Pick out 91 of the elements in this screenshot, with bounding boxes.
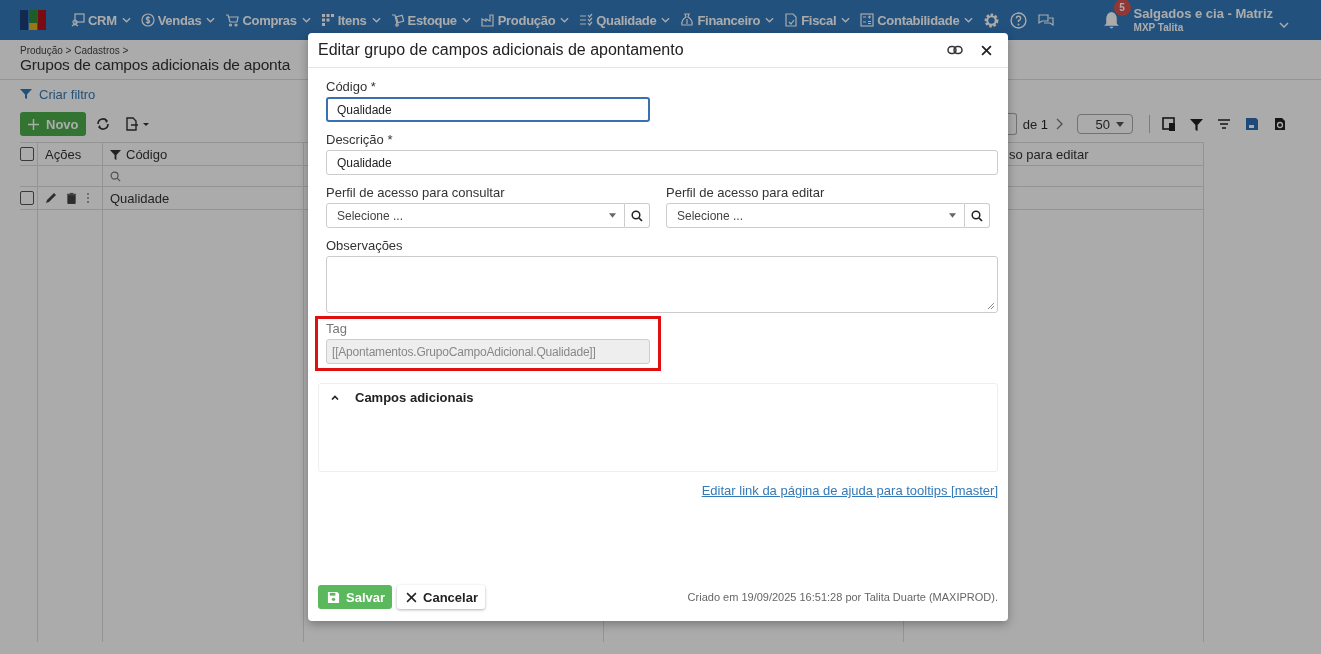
caret-icon: [964, 17, 974, 23]
field-label: Tag: [326, 321, 348, 336]
nav-menu-button[interactable]: Itens: [315, 0, 386, 40]
caret-icon: [301, 17, 311, 23]
nav-menu-button[interactable]: Estoque: [385, 0, 476, 40]
select-field[interactable]: Selecione ...: [326, 203, 625, 228]
notifications-button[interactable]: [1102, 10, 1120, 30]
caret-icon: [841, 17, 851, 23]
caret-icon: [949, 213, 956, 218]
new-button[interactable]: Novo: [20, 112, 86, 137]
page-title: Grupos de campos adicionais de aponta: [20, 56, 291, 74]
cancel-button[interactable]: Cancelar: [397, 585, 485, 609]
logo-icon: [20, 10, 46, 30]
nav-menu-button[interactable]: Produção: [475, 0, 575, 40]
nav-menu-button[interactable]: Financeiro: [675, 0, 780, 40]
column-header[interactable]: Código: [110, 146, 168, 162]
caret-icon: [206, 17, 216, 23]
page-size-select[interactable]: 50: [1077, 114, 1133, 135]
field-label: Observações: [326, 238, 404, 253]
create-filter-link[interactable]: Criar filtro: [20, 86, 96, 102]
filter-icon: [20, 88, 32, 101]
notes-field[interactable]: [326, 256, 998, 313]
grid-icon: [320, 13, 335, 27]
caret-icon[interactable]: [1279, 22, 1289, 28]
calculator-icon: [860, 13, 875, 27]
columns-icon[interactable]: [1162, 117, 1176, 132]
field-label: Perfil de acesso para editar: [666, 185, 826, 200]
user-name: MXP Talita: [1133, 21, 1185, 34]
sort-icon[interactable]: [1217, 118, 1231, 131]
dollar-icon: [140, 13, 155, 27]
save-button[interactable]: Salvar: [318, 585, 393, 609]
created-info: Criado em 19/09/2025 16:51:28 por Talita Duarte (MAXIPROD).: [687, 591, 998, 603]
cart-icon: [225, 13, 240, 27]
dialog-title: Editar grupo de campos adicionais de apontamento: [318, 41, 685, 59]
nav-menu-button[interactable]: Qualidade: [574, 0, 676, 40]
caret-icon: [461, 17, 471, 23]
select-all-checkbox[interactable]: [20, 147, 34, 162]
field-label: Perfil de acesso para consultar: [326, 185, 506, 200]
caret-icon: [661, 17, 671, 23]
search-button[interactable]: [625, 203, 650, 228]
close-icon[interactable]: [981, 44, 992, 56]
reset-icon[interactable]: [1273, 117, 1287, 132]
caret-icon: [765, 17, 775, 23]
select-field[interactable]: Selecione ...: [666, 203, 965, 228]
dolly-icon: [390, 13, 405, 27]
search-icon[interactable]: [110, 170, 121, 182]
caret-icon: [331, 395, 339, 400]
export-icon[interactable]: [123, 117, 150, 132]
input-field[interactable]: Qualidade: [326, 97, 650, 122]
nav-menu-button[interactable]: Contabilidade: [855, 0, 979, 40]
save-icon[interactable]: [1245, 117, 1259, 132]
nav-menu-button[interactable]: CRM: [66, 0, 136, 40]
search-icon: [631, 209, 643, 222]
refresh-icon[interactable]: [95, 117, 110, 132]
caret-icon: [560, 17, 570, 23]
caret-icon: [609, 213, 616, 218]
plus-icon: [28, 118, 39, 130]
help-link[interactable]: Editar link da página de ajuda para tooltips [master]: [701, 483, 998, 498]
next-page-icon[interactable]: [1055, 118, 1063, 131]
nav-menu-button[interactable]: Fiscal: [779, 0, 856, 40]
bell-icon: [1102, 10, 1120, 30]
resize-grip-icon[interactable]: [987, 302, 995, 310]
column-header[interactable]: so para editar: [1009, 146, 1089, 162]
page-count: de 1: [1022, 116, 1048, 132]
close-icon: [406, 591, 418, 603]
row-checkbox[interactable]: [20, 191, 34, 206]
filter-icon[interactable]: [1190, 117, 1203, 131]
field-label: Descrição *: [326, 132, 394, 147]
id-card-icon: [71, 13, 85, 27]
factory-icon: [480, 13, 495, 27]
caret-icon: [1116, 121, 1124, 127]
search-button[interactable]: [965, 203, 990, 228]
nav-menu-button[interactable]: Vendas: [135, 0, 221, 40]
caret-icon: [371, 17, 381, 23]
table-cell: Qualidade: [110, 190, 170, 206]
save-icon: [327, 590, 340, 604]
search-icon: [971, 209, 983, 222]
caret-icon: [121, 17, 131, 23]
list-check-icon: [579, 13, 594, 27]
input-field[interactable]: Qualidade: [326, 150, 998, 175]
link-icon[interactable]: [947, 45, 963, 55]
nav-menu-button[interactable]: Compras: [220, 0, 316, 40]
notification-count-badge: 5: [1113, 0, 1131, 16]
money-bag-icon: [680, 13, 695, 27]
pencil-icon[interactable]: [45, 192, 57, 205]
trash-icon[interactable]: [66, 192, 77, 205]
breadcrumb: Produção > Cadastros >: [20, 45, 129, 56]
document-icon: [784, 13, 799, 27]
field-label: Código *: [326, 79, 377, 94]
company-name[interactable]: Salgados e cia - Matriz: [1133, 6, 1273, 22]
section-toggle[interactable]: Campos adicionais: [319, 384, 486, 411]
